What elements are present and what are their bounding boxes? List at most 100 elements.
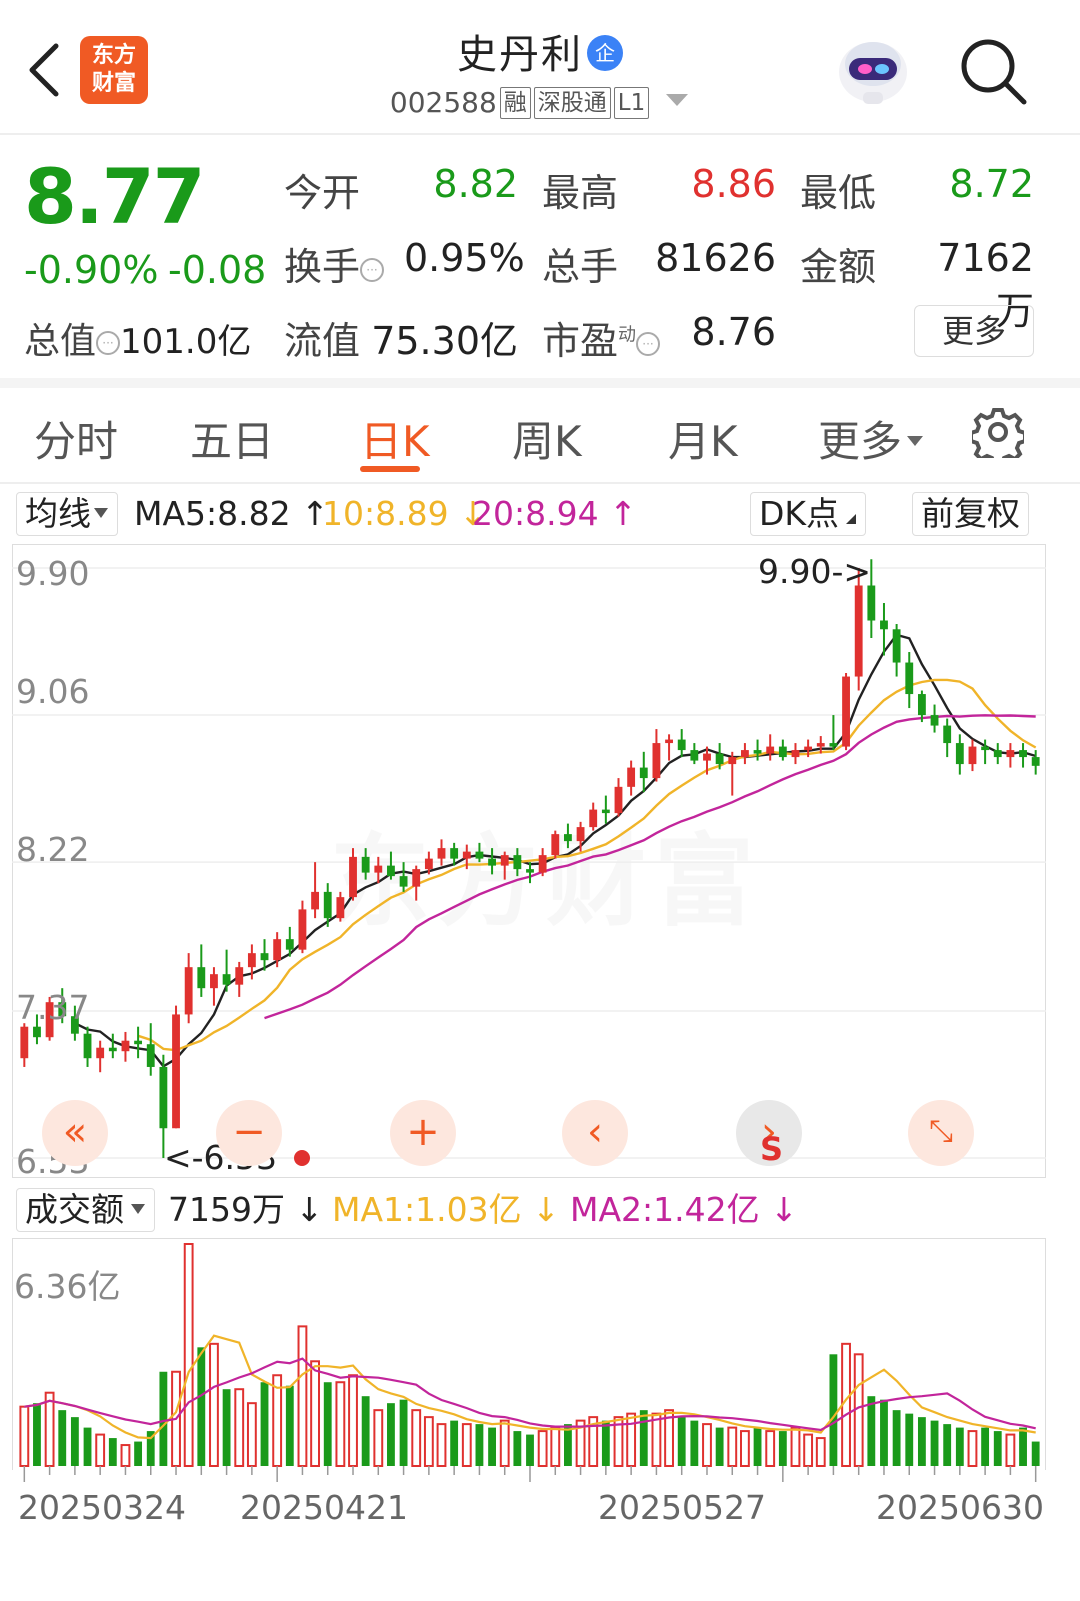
candle-body <box>703 753 711 761</box>
volume-label: 总手 <box>542 245 619 289</box>
sell-signal-icon: S <box>760 1130 784 1168</box>
pe-label: 市盈 <box>542 319 619 363</box>
fullscreen-expand-icon[interactable]: ⤡ <box>908 1100 974 1166</box>
volume-bar <box>626 1412 637 1467</box>
volume-bar <box>197 1347 206 1466</box>
search-icon[interactable] <box>958 36 1028 106</box>
volume-bar <box>778 1431 787 1466</box>
candle-body <box>349 856 357 898</box>
volume-chart[interactable] <box>12 1238 1046 1470</box>
dk-point-button[interactable]: DK点 <box>750 492 867 536</box>
candle-body <box>753 750 762 754</box>
candle-body <box>488 858 496 866</box>
volume-indicator-selector[interactable]: 成交额 <box>16 1188 155 1232</box>
stock-subline[interactable]: 002588 融深股通 L1 <box>0 86 1080 119</box>
candle <box>778 739 787 761</box>
volume-bar <box>765 1430 776 1468</box>
candle <box>791 743 800 765</box>
candle <box>892 624 901 677</box>
candle <box>361 848 370 880</box>
volume-bar <box>461 1423 472 1467</box>
volume-bar <box>815 1437 826 1467</box>
candle-body <box>917 694 926 716</box>
candle <box>842 673 850 751</box>
volume-bar <box>387 1403 395 1466</box>
volume-bar <box>790 1426 801 1467</box>
settings-gear-icon[interactable] <box>972 406 1024 458</box>
candle-body <box>766 746 775 754</box>
candle-body <box>336 897 345 919</box>
turnover-label-group[interactable]: 换手 ··· <box>284 236 385 291</box>
zoom-out-button[interactable]: − <box>216 1100 282 1166</box>
candle-body <box>247 953 256 968</box>
assistant-robot-icon[interactable] <box>835 36 911 106</box>
candle <box>298 900 307 954</box>
y-axis-label-2: 9.06 <box>16 672 90 711</box>
tab-intraday[interactable]: 分时 <box>34 408 118 469</box>
dropdown-triangle-icon[interactable] <box>664 90 690 110</box>
info-icon: ··· <box>96 331 121 355</box>
candle-body <box>639 767 648 779</box>
candle-body <box>740 750 749 758</box>
candle-body <box>930 715 939 726</box>
candle-body <box>412 869 421 887</box>
candle-body <box>1006 750 1015 758</box>
volume-bar <box>348 1374 358 1467</box>
adjust-button[interactable]: 前复权 <box>912 492 1029 536</box>
tab-weekly-k[interactable]: 周K <box>512 408 582 469</box>
volume-bar <box>601 1420 610 1466</box>
volume-bar <box>209 1342 219 1467</box>
volume-bar <box>905 1413 914 1466</box>
candle-body <box>905 662 914 695</box>
candle <box>172 1005 180 1129</box>
pe-label-group[interactable]: 市盈动 ··· <box>542 310 661 365</box>
dk-point-label: DK点 <box>759 494 840 533</box>
zoom-in-button[interactable]: + <box>390 1100 456 1166</box>
candle <box>601 795 610 824</box>
tab-monthly-k[interactable]: 月K <box>668 408 738 469</box>
volume-bar <box>930 1420 939 1466</box>
volume-bar <box>488 1427 496 1466</box>
candle-body <box>526 869 534 873</box>
candle <box>222 949 231 992</box>
more-button[interactable]: 更多 <box>914 305 1034 357</box>
candle-body <box>273 939 282 961</box>
volume-bar <box>335 1381 346 1467</box>
ma-selector-label: 均线 <box>25 494 91 533</box>
kline-chart[interactable] <box>12 544 1046 1178</box>
total-value: 101.0亿 <box>120 322 252 362</box>
volume-bar <box>58 1410 67 1466</box>
volume-bar <box>892 1410 901 1466</box>
scroll-left-button[interactable]: ‹ <box>562 1100 628 1166</box>
volume-bar <box>323 1382 332 1466</box>
volume-bar <box>753 1427 762 1466</box>
dropdown-triangle-icon <box>131 1204 145 1214</box>
info-icon: ··· <box>636 332 661 356</box>
candle-body <box>1031 757 1040 766</box>
candle-body <box>981 746 990 751</box>
volume-bar <box>183 1243 194 1467</box>
volume-bar <box>246 1402 257 1468</box>
volume-bar <box>715 1427 724 1466</box>
candle-body <box>715 753 724 765</box>
stock-code: 002588 <box>389 86 497 119</box>
tab-five-day[interactable]: 五日 <box>190 408 274 469</box>
candle-body <box>475 851 484 859</box>
event-dot[interactable] <box>294 1150 310 1166</box>
candle-body <box>235 967 244 985</box>
tab-daily-k[interactable]: 日K <box>360 408 430 469</box>
total-value-row[interactable]: 总值 ··· 101.0亿 <box>24 312 251 364</box>
x-axis-label-4: 20250630 <box>876 1488 1044 1527</box>
tab-more[interactable]: 更多 <box>818 408 924 469</box>
candle-body <box>854 585 863 677</box>
volume-bar <box>260 1382 269 1466</box>
low-value: 8.72 <box>949 162 1034 206</box>
volume-bar <box>499 1419 510 1467</box>
candle <box>121 1031 130 1062</box>
ma-selector[interactable]: 均线 <box>16 492 118 536</box>
volume-bar <box>108 1438 117 1466</box>
candle-body <box>829 743 838 747</box>
candle <box>589 802 598 831</box>
rewind-button[interactable]: « <box>42 1100 108 1166</box>
x-axis-label-3: 20250527 <box>598 1488 766 1527</box>
